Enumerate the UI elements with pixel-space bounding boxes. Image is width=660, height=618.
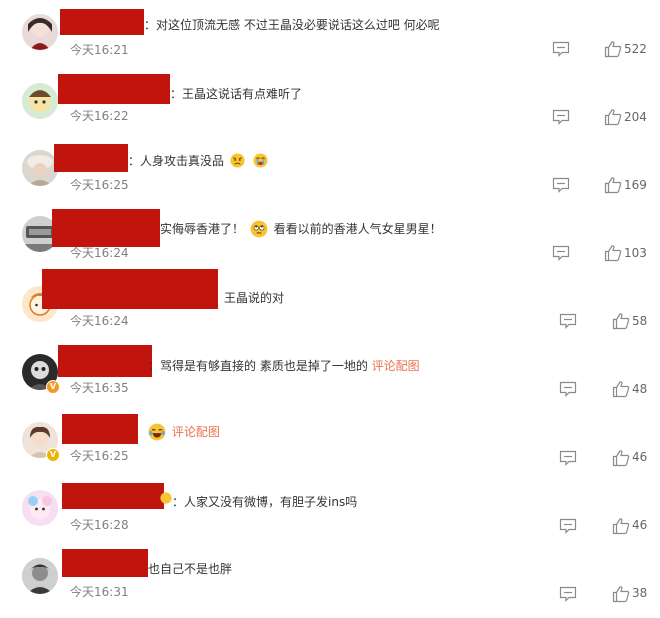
redacted-username [52,209,160,247]
comment-text: ：人家又没有微博，有胆子发ins吗 [172,495,358,509]
redacted-username [58,345,152,377]
comment-time: 今天16:22 [70,109,129,123]
comment-text: ：对这位顶流无感 不过王晶没必要说话这么过吧 何必呢 [144,18,440,32]
like-count: 38 [632,586,648,600]
comment-row: 也自己不是也胖 今天16:31 38 [0,544,660,612]
avatar-image [22,490,58,526]
comment-icon[interactable] [559,518,577,534]
avatar[interactable] [22,558,58,594]
comment-time: 今天16:28 [70,518,129,532]
thumbs-up-icon[interactable] [604,176,622,194]
comment-row: 实侮辱香港了！ 看看以前的香港人气女星男星！ 今天16:24 103 [0,204,660,272]
redacted-username [60,9,144,35]
comment-text-continued: 看看以前的香港人气女星男星！ [273,222,442,236]
like-count: 169 [624,178,647,192]
comment-time: 今天16:31 [70,585,129,599]
comment-icon[interactable] [552,245,570,261]
comment-row: V ：骂得是有够直接的 素质也是掉了一地的 评论配图 今天16:35 48 [0,340,660,408]
comment-text: 也自己不是也胖 [148,562,233,576]
comment-text-content: ：骂得是有够直接的 素质也是掉了一地的 [148,359,368,373]
like-count: 522 [624,42,647,56]
vip-badge-icon: V [46,448,60,462]
comment-text: 王晶说的对 [224,291,285,305]
crying-face-icon [253,153,268,168]
avatar[interactable] [22,83,58,119]
like-count: 103 [624,246,647,260]
comment-image-link[interactable]: 评论配图 [172,425,220,439]
comment-icon[interactable] [559,450,577,466]
comment-icon[interactable] [559,381,577,397]
thumbs-up-icon[interactable] [604,108,622,126]
comment-row: ：人家又没有微博，有胆子发ins吗 今天16:28 46 [0,476,660,544]
comment-text: ：人身攻击真没品 [128,152,270,169]
eye-roll-face-icon [250,220,268,238]
thumbs-up-icon[interactable] [612,517,630,535]
redacted-username [62,414,138,444]
avatar[interactable] [22,490,58,526]
thumbs-up-icon[interactable] [612,380,630,398]
comment-text-content: 实侮辱香港了！ [160,222,245,236]
verified-badge-icon: V [46,380,60,394]
avatar-image [22,14,58,50]
comment-time: 今天16:21 [70,43,129,57]
thumbs-up-icon[interactable] [604,244,622,262]
redacted-username [54,144,128,172]
like-count: 46 [632,518,648,532]
comment-text: 实侮辱香港了！ 看看以前的香港人气女星男星！ [160,220,442,238]
comment-time: 今天16:25 [70,178,129,192]
avatar-image [22,558,58,594]
comment-row: ：对这位顶流无感 不过王晶没必要说话这么过吧 何必呢 今天16:21 522 [0,0,660,68]
thumbs-up-icon[interactable] [612,312,630,330]
comment-icon[interactable] [552,41,570,57]
emoji-icon [160,492,172,504]
comment-text: ：骂得是有够直接的 素质也是掉了一地的 评论配图 [148,357,420,374]
angry-face-icon [230,153,245,168]
avatar-image [22,83,58,119]
comment-time: 今天16:35 [70,381,129,395]
comment-image-link[interactable]: 评论配图 [372,359,420,373]
laughing-tears-face-icon [148,423,166,441]
like-count: 58 [632,314,648,328]
like-count: 46 [632,450,648,464]
avatar-image [22,150,58,186]
comment-row: V 评论配图 今天16:25 46 [0,408,660,476]
comment-icon[interactable] [559,313,577,329]
comment-text-content: ：人身攻击真没品 [128,154,225,168]
like-count: 204 [624,110,647,124]
comment-time: 今天16:25 [70,449,129,463]
avatar[interactable] [22,14,58,50]
redacted-username [58,74,170,104]
comment-time: 今天16:24 [70,314,129,328]
thumbs-up-icon[interactable] [604,40,622,58]
comment-row: 王晶说的对 今天16:24 58 [0,269,660,340]
comment-icon[interactable] [559,586,577,602]
comment-icon[interactable] [552,177,570,193]
redacted-username [62,483,164,509]
comment-text: ：王晶这说话有点难听了 [170,87,303,101]
comment-time: 今天16:24 [70,246,129,260]
redacted-username [42,269,218,309]
like-count: 48 [632,382,648,396]
thumbs-up-icon[interactable] [612,585,630,603]
comment-text: 评论配图 [146,423,220,441]
comment-row: ：人身攻击真没品 今天16:25 169 [0,136,660,204]
comment-icon[interactable] [552,109,570,125]
redacted-username [62,549,148,577]
avatar[interactable] [22,150,58,186]
comment-row: ：王晶这说话有点难听了 今天16:22 204 [0,68,660,136]
thumbs-up-icon[interactable] [612,449,630,467]
